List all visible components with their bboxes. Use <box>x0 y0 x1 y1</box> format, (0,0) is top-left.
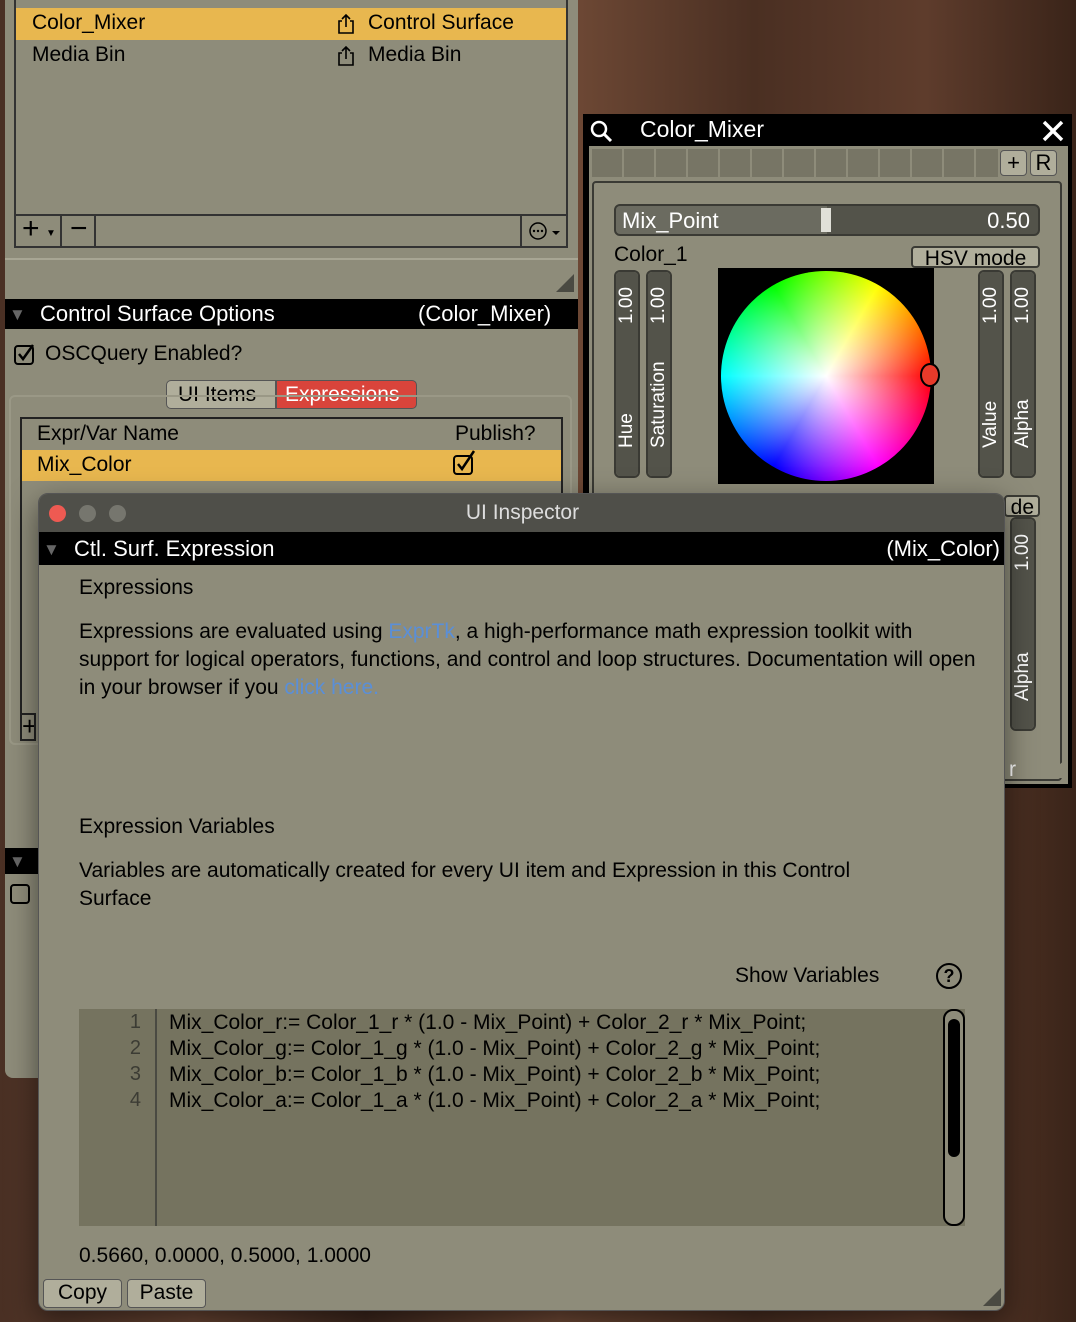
code-line[interactable]: Mix_Color_r:= Color_1_r * (1.0 - Mix_Poi… <box>169 1011 806 1035</box>
alpha-label: Alpha <box>1012 399 1033 448</box>
ui-inspector-window: UI Inspector ▼ Ctl. Surf. Expression (Mi… <box>38 493 1005 1311</box>
disclosure-triangle-icon: ▼ <box>43 540 60 559</box>
value-value: 1.00 <box>980 287 1001 324</box>
color2-mode-button[interactable]: de <box>1004 495 1040 518</box>
mix-point-label: Mix_Point <box>622 208 719 233</box>
paste-button[interactable]: Paste <box>127 1279 206 1308</box>
bin-row-name: Color_Mixer <box>32 11 146 34</box>
cs-options-title: Control Surface Options <box>40 301 275 326</box>
resize-grip-icon[interactable] <box>556 274 574 292</box>
close-icon[interactable] <box>1041 119 1065 143</box>
expressions-heading: Expressions <box>79 576 194 599</box>
checkbox-icon[interactable] <box>9 882 33 906</box>
column-header-name: Expr/Var Name <box>37 422 179 445</box>
bin-row-name: Media Bin <box>32 43 126 66</box>
mix-point-handle[interactable] <box>821 208 831 232</box>
value-label: Value <box>980 400 1001 448</box>
disclosure-triangle-icon: ▼ <box>9 305 26 324</box>
panel-divider <box>5 258 578 260</box>
line-number: 4 <box>129 1089 141 1111</box>
checkbox-icon <box>14 344 35 365</box>
mix-point-slider[interactable]: Mix_Point 0.50 <box>614 204 1040 236</box>
expression-variables-heading: Expression Variables <box>79 815 275 838</box>
add-expression-button[interactable]: + <box>20 713 36 741</box>
copy-button[interactable]: Copy <box>43 1279 122 1308</box>
value-slider[interactable]: 1.00 Value <box>978 270 1004 478</box>
color-mixer-title: Color_Mixer <box>640 116 764 142</box>
show-variables-label[interactable]: Show Variables <box>735 964 879 988</box>
inspector-window-title: UI Inspector <box>465 501 580 524</box>
hue-value: 1.00 <box>616 287 637 324</box>
bin-row-type: Control Surface <box>368 11 514 34</box>
add-bin-button[interactable]: + ▼ <box>16 212 62 246</box>
hue-slider[interactable]: 1.00 Hue <box>614 270 640 478</box>
bin-options-button[interactable] <box>520 216 566 246</box>
inspector-titlebar: UI Inspector <box>39 494 1004 532</box>
alpha-slider[interactable]: 1.00 Alpha <box>1010 270 1036 478</box>
mix-point-value: 0.50 <box>987 208 1030 233</box>
saturation-slider[interactable]: 1.00 Saturation <box>646 270 672 478</box>
hue-label: Hue <box>616 413 637 448</box>
code-scrollbar[interactable] <box>943 1009 965 1226</box>
expression-variables-description: Variables are automatically created for … <box>79 859 851 910</box>
color-wheel-area <box>718 268 940 484</box>
options-icon <box>529 222 560 240</box>
section-context: (Mix_Color) <box>886 536 1000 561</box>
color2-alpha-slider[interactable]: 1.00 Alpha <box>1010 517 1036 731</box>
code-line[interactable]: Mix_Color_a:= Color_1_a * (1.0 - Mix_Poi… <box>169 1089 820 1113</box>
share-icon <box>338 45 354 66</box>
column-header-publish: Publish? <box>455 422 536 445</box>
expression-result: 0.5660, 0.0000, 0.5000, 1.0000 <box>79 1244 371 1267</box>
alpha-value: 1.00 <box>1012 287 1033 324</box>
code-editor[interactable]: 1 2 3 4 Mix_Color_r:= Color_1_r * (1.0 -… <box>79 1009 965 1226</box>
bin-toolbar: + ▼ − <box>16 212 566 246</box>
line-number-gutter: 1 2 3 4 <box>79 1009 157 1226</box>
bin-list: Color_Mixer Control Surface Media Bin Me… <box>14 0 568 248</box>
table-row[interactable]: Mix_Color <box>22 450 561 481</box>
color2-alpha-label: Alpha <box>1012 652 1033 701</box>
exprtk-link[interactable]: ExprTk <box>388 620 455 643</box>
r-button[interactable]: R <box>1030 150 1057 176</box>
bin-row-media-bin[interactable]: Media Bin Media Bin <box>16 40 566 72</box>
description-text: Expressions are evaluated using <box>79 620 389 643</box>
hsv-mode-button[interactable]: HSV mode <box>911 246 1040 269</box>
chevron-down-icon: ▼ <box>46 228 56 239</box>
saturation-label: Saturation <box>648 361 669 448</box>
color1-label: Color_1 <box>614 243 688 266</box>
documentation-link[interactable]: click here. <box>284 676 379 699</box>
search-icon[interactable] <box>589 118 613 144</box>
line-number: 3 <box>129 1063 141 1085</box>
expressions-description: Expressions are evaluated using ExprTk, … <box>79 618 979 702</box>
color-wheel[interactable] <box>721 271 931 481</box>
bin-row-color-mixer[interactable]: Color_Mixer Control Surface <box>16 8 566 40</box>
resize-grip-icon[interactable] <box>1043 760 1065 778</box>
share-icon <box>338 13 354 34</box>
cs-options-context: (Color_Mixer) <box>418 301 552 326</box>
mixer-toolbar <box>592 149 998 177</box>
expression-section-header[interactable]: ▼ Ctl. Surf. Expression (Mix_Color) <box>39 532 1004 565</box>
help-icon[interactable]: ? <box>936 963 962 989</box>
cs-options-header[interactable]: ▼ Control Surface Options (Color_Mixer) <box>5 299 578 329</box>
line-number: 1 <box>129 1011 141 1033</box>
resize-grip-icon[interactable] <box>983 1288 1001 1306</box>
code-line[interactable]: Mix_Color_b:= Color_1_b * (1.0 - Mix_Poi… <box>169 1063 820 1087</box>
line-number: 2 <box>129 1037 141 1059</box>
saturation-value: 1.00 <box>648 287 669 324</box>
color2-alpha-value: 1.00 <box>1012 534 1033 571</box>
disclosure-triangle-icon: ▼ <box>9 852 26 871</box>
mixer-footer-fragment: r <box>1009 758 1016 781</box>
publish-checkbox-icon[interactable] <box>452 450 478 476</box>
osc-query-label: OSCQuery Enabled? <box>45 342 243 365</box>
remove-bin-button[interactable]: − <box>64 212 96 246</box>
section-title: Ctl. Surf. Expression <box>74 536 275 561</box>
expression-name: Mix_Color <box>37 453 132 476</box>
add-button[interactable]: + <box>1000 150 1027 176</box>
osc-query-checkbox[interactable]: OSCQuery Enabled? <box>13 341 313 369</box>
code-line[interactable]: Mix_Color_g:= Color_1_g * (1.0 - Mix_Poi… <box>169 1037 820 1061</box>
color-wheel-handle[interactable] <box>920 363 940 387</box>
code-scrollbar-thumb[interactable] <box>948 1019 960 1157</box>
add-icon: + <box>22 212 40 245</box>
minus-icon: − <box>70 212 88 245</box>
bin-row-type: Media Bin <box>368 43 462 66</box>
